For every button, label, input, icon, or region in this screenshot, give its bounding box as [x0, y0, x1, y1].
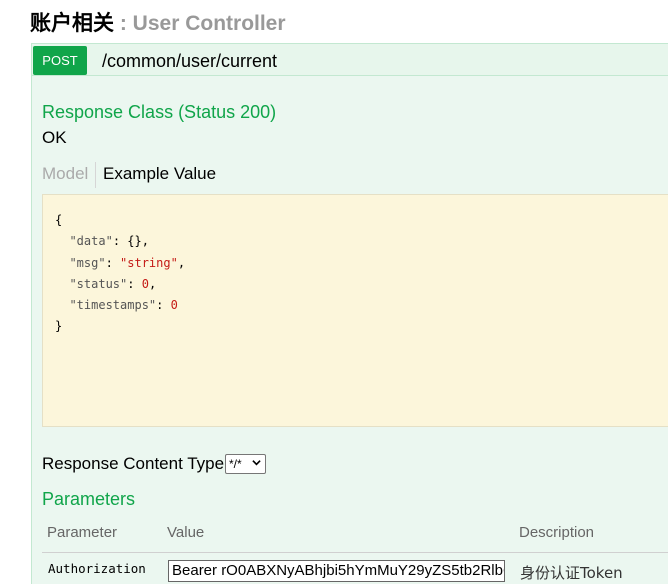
tab-model[interactable]: Model: [42, 164, 88, 184]
response-content-type-label: Response Content Type: [42, 454, 225, 473]
json-close-brace: }: [55, 319, 63, 334]
operation-summary[interactable]: POST /common/user/current: [31, 43, 668, 76]
chevron-down-icon: [252, 458, 261, 470]
column-header-value: Value: [167, 524, 205, 541]
section-title-separator: :: [114, 12, 133, 35]
table-divider: [42, 552, 668, 553]
parameter-name: Authorization: [48, 561, 146, 576]
http-method-badge[interactable]: POST: [33, 46, 87, 75]
section-header[interactable]: 账户相关 : User Controller: [30, 7, 286, 35]
json-value-timestamps: 0: [170, 298, 178, 313]
column-header-parameter: Parameter: [47, 524, 118, 541]
json-open-brace: {: [55, 213, 63, 227]
json-value-status: 0: [141, 276, 149, 291]
column-header-description: Description: [519, 524, 595, 541]
json-key-status: "status": [69, 276, 128, 291]
authorization-input[interactable]: Bearer rO0ABXNyABhjbi5hYmMuY29yZS5tb2Rlb…: [168, 560, 505, 582]
json-key-timestamps: "timestamps": [69, 298, 157, 313]
response-class-title: Response Class (Status 200): [42, 102, 277, 122]
json-key-msg: "msg": [69, 255, 106, 270]
example-json: { "data": {}, "msg": "string", "status":…: [55, 213, 186, 334]
endpoint-path[interactable]: /common/user/current: [102, 51, 277, 72]
response-class-status: OK: [42, 128, 67, 147]
tab-example-value[interactable]: Example Value: [103, 164, 216, 184]
parameters-title: Parameters: [42, 489, 136, 509]
section-title-en: User Controller: [132, 12, 286, 35]
parameter-description: 身份认证Token: [520, 564, 623, 582]
json-value-msg: "string": [120, 255, 178, 270]
section-title-zh: 账户相关: [30, 11, 114, 35]
response-content-type-select[interactable]: */*: [225, 454, 266, 474]
json-value-data: {},: [127, 234, 149, 249]
tab-divider: [95, 162, 96, 188]
json-key-data: "data": [69, 234, 113, 249]
response-content-type-value: */*: [229, 457, 242, 471]
